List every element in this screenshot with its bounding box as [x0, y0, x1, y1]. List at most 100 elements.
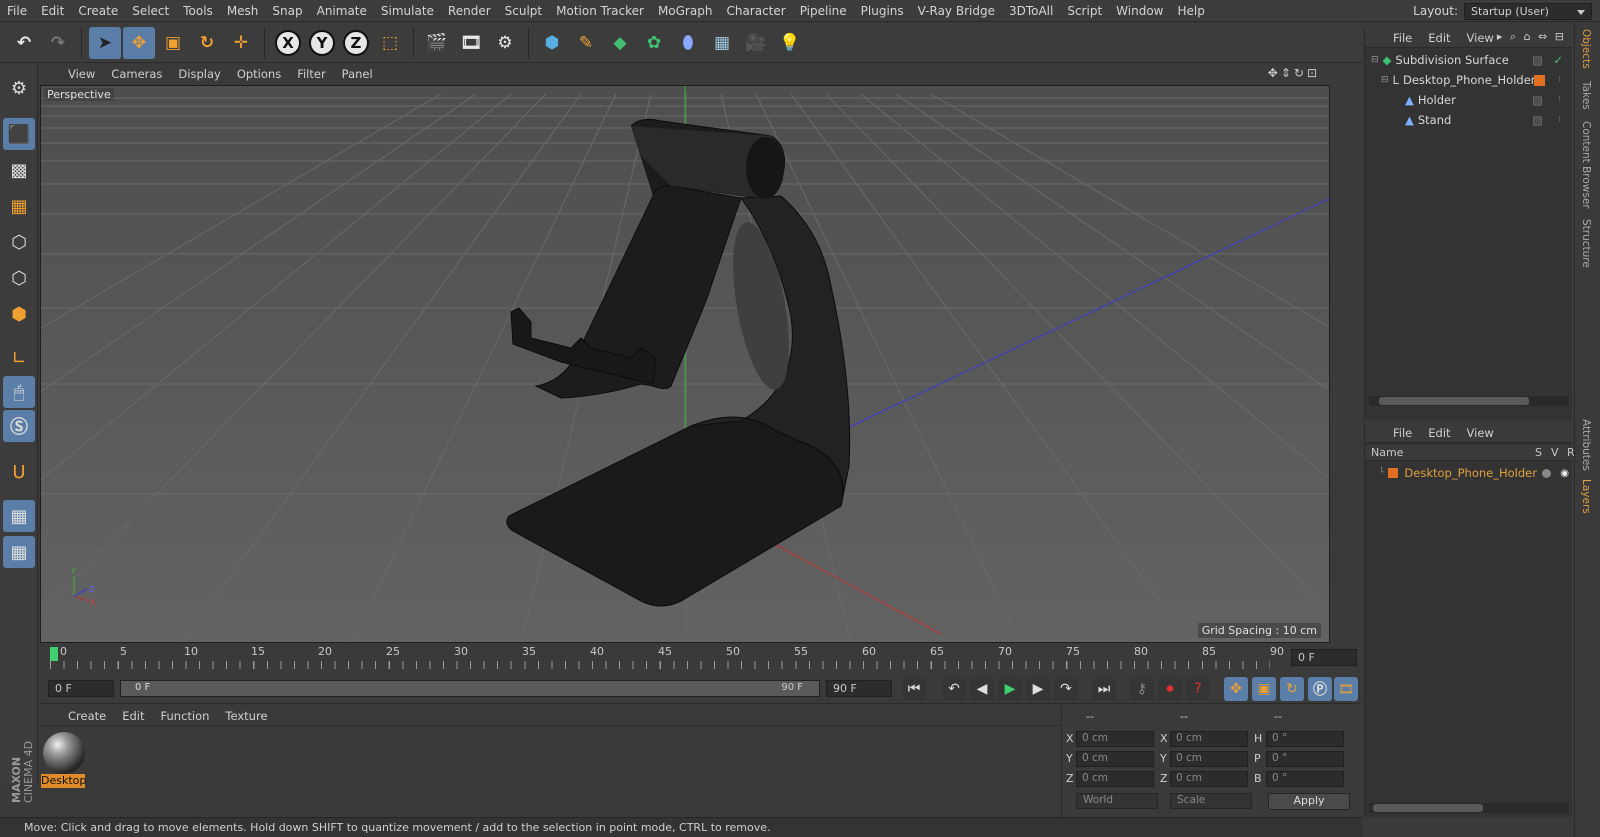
autokey-button[interactable]: ⏺ — [1158, 677, 1182, 701]
scrollbar-thumb[interactable] — [1379, 397, 1529, 405]
menu-animate[interactable]: Animate — [310, 4, 374, 18]
edit-tag-icon[interactable]: ▨ — [1532, 93, 1543, 107]
next-frame-button[interactable]: ▶ — [1026, 677, 1050, 701]
objects-menu-edit[interactable]: Edit — [1420, 31, 1458, 45]
previous-key-button[interactable]: ↶ — [942, 677, 966, 701]
tree-item-stand[interactable]: ▲ Stand ▨ ⁝ — [1365, 110, 1573, 130]
material-menu-edit[interactable]: Edit — [114, 709, 152, 723]
objects-menu-file[interactable]: File — [1385, 31, 1420, 45]
tweak-mode-button[interactable]: 🖱 — [3, 376, 35, 408]
menu-script[interactable]: Script — [1060, 4, 1109, 18]
layer-row[interactable]: └ Desktop_Phone_Holder ◉ — [1365, 463, 1573, 483]
cube-button[interactable]: ⬢ — [536, 27, 568, 59]
planar-workplane-button[interactable]: ▦ — [3, 536, 35, 568]
menu-mesh[interactable]: Mesh — [220, 4, 266, 18]
deformer-button[interactable]: ⬮ — [672, 27, 704, 59]
go-to-end-button[interactable]: ⏭ — [1092, 677, 1116, 701]
render-picture-viewer-button[interactable]: 🎞 — [455, 27, 487, 59]
size-z-field[interactable]: 0 cm — [1170, 771, 1248, 787]
menu-snap[interactable]: Snap — [265, 4, 309, 18]
menu-window[interactable]: Window — [1109, 4, 1170, 18]
y-axis-button[interactable]: Y — [306, 27, 338, 59]
make-editable-button[interactable]: ⚙ — [3, 72, 35, 104]
visibility-dots-icon[interactable]: ⁝ — [1558, 95, 1561, 105]
menu-motion-tracker[interactable]: Motion Tracker — [549, 4, 651, 18]
record-active-button[interactable]: ⚷ — [1130, 677, 1154, 701]
texture-mode-button[interactable]: ▩ — [3, 154, 35, 186]
transform-tool-button[interactable]: ✛ — [225, 27, 257, 59]
tab-takes[interactable]: Takes — [1580, 81, 1592, 110]
layer-color-icon[interactable] — [1388, 468, 1399, 478]
snap-button[interactable]: Ⓢ — [3, 410, 35, 442]
redo-button[interactable]: ↷ — [42, 27, 74, 59]
pen-button[interactable]: ✎ — [570, 27, 602, 59]
coordinate-system-button[interactable]: ⬚ — [374, 27, 406, 59]
rotate-tool-button[interactable]: ↻ — [191, 27, 223, 59]
layers-menu-file[interactable]: File — [1385, 426, 1420, 440]
size-mode-select[interactable]: Scale — [1170, 793, 1252, 809]
end-frame-field[interactable]: 90 F — [826, 680, 892, 697]
x-axis-button[interactable]: X — [272, 27, 304, 59]
tree-item-desktop-phone-holder[interactable]: ⊟ L Desktop_Phone_Holder ⁝ — [1365, 70, 1573, 90]
move-tool-button[interactable]: ✥ — [123, 26, 155, 59]
live-selection-button[interactable]: ➤ — [89, 26, 121, 59]
workplane-mode-button[interactable]: ▦ — [3, 190, 35, 222]
rotation-p-field[interactable]: 0 ° — [1266, 751, 1344, 767]
rotation-h-field[interactable]: 0 ° — [1266, 731, 1344, 747]
rotation-b-field[interactable]: 0 ° — [1266, 771, 1344, 787]
viewport-3d[interactable]: Y Z X Perspective Grid Spacing : 10 cm — [40, 85, 1330, 643]
key-rotation-button[interactable]: ↻ — [1280, 677, 1304, 701]
position-y-field[interactable]: 0 cm — [1076, 751, 1154, 767]
layers-menu-edit[interactable]: Edit — [1420, 426, 1458, 440]
edit-tag-icon[interactable]: ▨ — [1532, 53, 1543, 67]
objects-menu-view[interactable]: View — [1459, 31, 1502, 45]
light-button[interactable]: 💡 — [774, 27, 806, 59]
menu-create[interactable]: Create — [71, 4, 125, 18]
tab-objects[interactable]: Objects — [1580, 29, 1592, 69]
edit-tag-icon[interactable]: ▨ — [1532, 113, 1543, 127]
tab-attributes[interactable]: Attributes — [1580, 419, 1592, 471]
current-frame-field[interactable]: 0 F — [1291, 649, 1357, 666]
material-menu-function[interactable]: Function — [153, 709, 218, 723]
range-slider[interactable]: 0 F 90 F — [120, 680, 820, 697]
viewport-menu-panel[interactable]: Panel — [334, 67, 381, 81]
viewport-menu-display[interactable]: Display — [170, 67, 228, 81]
material-menu-create[interactable]: Create — [60, 709, 114, 723]
next-key-button[interactable]: ↷ — [1054, 677, 1078, 701]
axis-mode-button[interactable]: ∟ — [3, 342, 35, 374]
coordinate-mode-select[interactable]: World — [1076, 793, 1158, 809]
menu-vray-bridge[interactable]: V-Ray Bridge — [911, 4, 1002, 18]
menu-pipeline[interactable]: Pipeline — [793, 4, 854, 18]
viewport-nav-icons[interactable]: ✥⇕↻⊡ — [1268, 66, 1320, 80]
start-frame-field[interactable]: 0 F — [48, 680, 114, 697]
material-label[interactable]: Desktop — [41, 774, 86, 788]
apply-button[interactable]: Apply — [1268, 793, 1350, 810]
magnet-button[interactable]: U — [3, 456, 35, 488]
menu-edit[interactable]: Edit — [34, 4, 71, 18]
tree-item-subdivision-surface[interactable]: ⊟ ◆ Subdivision Surface ▨ ✓ — [1365, 50, 1573, 70]
viewport-menu-view[interactable]: View — [60, 67, 103, 81]
menu-tools[interactable]: Tools — [176, 4, 220, 18]
edges-mode-button[interactable]: ⬡ — [3, 262, 35, 294]
keyframe-selection-button[interactable]: ? — [1186, 677, 1210, 701]
size-y-field[interactable]: 0 cm — [1170, 751, 1248, 767]
visibility-dots-icon[interactable]: ⁝ — [1558, 75, 1561, 85]
play-button[interactable]: ▶ — [998, 677, 1022, 701]
menu-plugins[interactable]: Plugins — [854, 4, 911, 18]
timeline-ruler[interactable]: 0 5 10 15 20 25 30 35 40 45 50 55 60 65 … — [40, 645, 1330, 671]
layer-manager-scrollbar[interactable] — [1369, 803, 1569, 813]
viewport-menu-cameras[interactable]: Cameras — [103, 67, 170, 81]
layers-menu-view[interactable]: View — [1459, 426, 1502, 440]
z-axis-button[interactable]: Z — [340, 27, 372, 59]
material-menu-texture[interactable]: Texture — [217, 709, 275, 723]
tree-item-holder[interactable]: ▲ Holder ▨ ⁝ — [1365, 90, 1573, 110]
go-to-start-button[interactable]: ⏮ — [902, 677, 926, 701]
solo-toggle-icon[interactable] — [1542, 468, 1551, 478]
timeline-window-button[interactable]: 🎞 — [1334, 677, 1358, 701]
scrollbar-thumb[interactable] — [1373, 804, 1483, 812]
menu-select[interactable]: Select — [125, 4, 176, 18]
camera-button[interactable]: 🎥 — [740, 27, 772, 59]
position-x-field[interactable]: 0 cm — [1076, 731, 1154, 747]
lock-workplane-button[interactable]: ▦ — [3, 500, 35, 532]
polygons-mode-button[interactable]: ⬢ — [3, 298, 35, 330]
